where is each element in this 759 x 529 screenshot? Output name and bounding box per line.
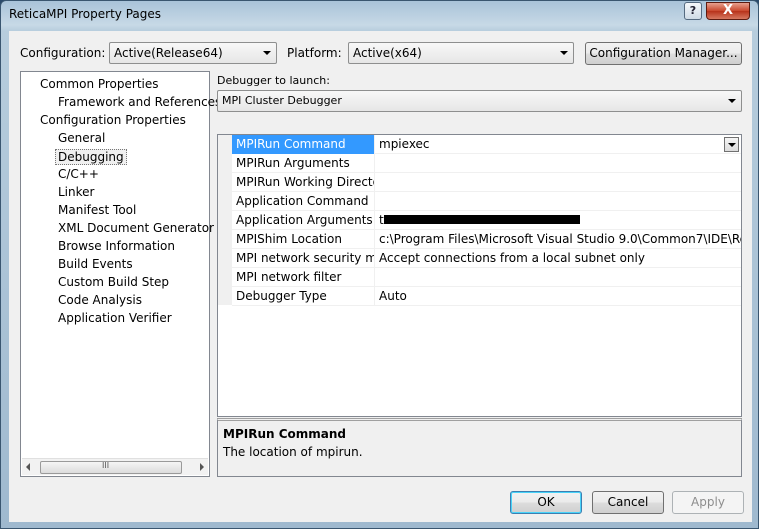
property-tree[interactable]: Application Verifier Code Analysis Custom … [20, 71, 221, 477]
scroll-left-icon[interactable] [26, 463, 30, 471]
tree-item-framework-and-references[interactable]: Framework and References [58, 95, 221, 109]
configuration-value: Active(Release64) [114, 46, 223, 60]
title-bar[interactable]: ReticaMPI Property Pages ? X [1, 1, 758, 31]
chevron-down-icon [560, 51, 568, 55]
property-value[interactable] [375, 192, 741, 211]
property-name[interactable]: Debugger Type [232, 287, 375, 306]
value-dropdown-button[interactable] [724, 137, 739, 152]
property-name[interactable]: MPIRun Arguments [232, 154, 375, 173]
tree-item-general[interactable]: General [58, 131, 105, 145]
tree-item-custom-build-step[interactable]: Custom Build Step [58, 275, 169, 289]
description-panel: MPIRun Command The location of mpirun. [217, 418, 742, 477]
debugger-label: Debugger to launch: [217, 74, 330, 87]
tree-horizontal-scrollbar[interactable]: III [22, 458, 208, 475]
debugger-dropdown[interactable]: MPI Cluster Debugger [217, 90, 742, 112]
cancel-button[interactable]: Cancel [592, 491, 664, 514]
scrollbar-thumb[interactable] [40, 461, 182, 474]
property-value[interactable]: c:\Program Files\Microsoft Visual Studio… [375, 230, 741, 249]
dialog-client-area: Configuration: Active(Release64) Platfor… [9, 31, 752, 522]
property-name[interactable]: Application Command [232, 192, 375, 211]
property-row[interactable]: Application Command [232, 192, 741, 211]
property-value[interactable]: mpiexec [375, 135, 741, 154]
tree-item-configuration-properties[interactable]: Configuration Properties [40, 113, 186, 127]
chevron-down-icon [263, 51, 271, 55]
property-row[interactable]: MPI network security modeAccept connecti… [232, 249, 741, 268]
redacted-block [384, 215, 580, 224]
configuration-dropdown[interactable]: Active(Release64) [109, 42, 277, 64]
dialog-window: ReticaMPI Property Pages ? X Configurati… [0, 0, 759, 529]
apply-button[interactable]: Apply [672, 491, 744, 514]
tree-item-linker[interactable]: Linker [58, 185, 94, 199]
property-row[interactable]: MPIRun Command mpiexec [232, 135, 741, 154]
platform-label: Platform: [287, 46, 342, 60]
tree-item-application-verifier[interactable]: Application Verifier [58, 311, 172, 325]
configuration-manager-button[interactable]: Configuration Manager... [585, 42, 742, 65]
window-title: ReticaMPI Property Pages [9, 7, 162, 21]
platform-value: Active(x64) [353, 46, 422, 60]
scroll-grip: III [102, 461, 110, 470]
property-name[interactable]: MPIRun Working Directory [232, 173, 375, 192]
property-value[interactable] [375, 154, 741, 173]
tree-item-common-properties[interactable]: Common Properties [40, 77, 159, 91]
property-name[interactable]: Application Arguments [232, 211, 375, 230]
close-button[interactable]: X [706, 2, 750, 20]
ok-button[interactable]: OK [510, 491, 582, 514]
grid-margin [218, 135, 232, 305]
help-button[interactable]: ? [684, 2, 702, 20]
debugger-value: MPI Cluster Debugger [222, 94, 342, 107]
description-title: MPIRun Command [223, 427, 346, 441]
property-row[interactable]: MPIRun Arguments [232, 154, 741, 173]
tree-item-c-c[interactable]: C/C++ [58, 167, 99, 181]
tree-item-build-events[interactable]: Build Events [58, 257, 133, 271]
tree-item-manifest-tool[interactable]: Manifest Tool [58, 203, 136, 217]
property-name[interactable]: MPIRun Command [232, 135, 375, 154]
property-row[interactable]: MPIShim Location c:\Program Files\Microso… [232, 230, 741, 249]
description-text: The location of mpirun. [223, 445, 363, 459]
property-value[interactable]: Auto [375, 287, 741, 306]
property-value[interactable] [375, 173, 741, 192]
tree-item-code-analysis[interactable]: Code Analysis [58, 293, 142, 307]
tree-item-browse-information[interactable]: Browse Information [58, 239, 175, 253]
property-row[interactable]: Debugger Type Auto [232, 287, 741, 306]
property-value[interactable]: Accept connections from a local subnet o… [375, 249, 741, 268]
platform-dropdown[interactable]: Active(x64) [348, 42, 574, 64]
property-row[interactable]: Application Arguments t [232, 211, 741, 230]
property-name[interactable]: MPI network filter [232, 268, 375, 287]
scroll-right-icon[interactable] [200, 463, 204, 471]
tree-item-xml-document-generator[interactable]: XML Document Generator [58, 221, 214, 235]
property-grid[interactable]: MPIRun Command mpiexec MPIRun Arguments MPI… [217, 134, 742, 417]
tree-item-debugging[interactable]: Debugging [55, 149, 127, 165]
chevron-down-icon [728, 99, 736, 103]
property-row[interactable]: MPIRun Working Directory [232, 173, 741, 192]
configuration-label: Configuration: [20, 46, 106, 60]
property-row[interactable]: MPI network filter [232, 268, 741, 287]
property-name[interactable]: MPI network security mode [232, 249, 375, 268]
property-name[interactable]: MPIShim Location [232, 230, 375, 249]
property-value[interactable] [375, 268, 741, 287]
